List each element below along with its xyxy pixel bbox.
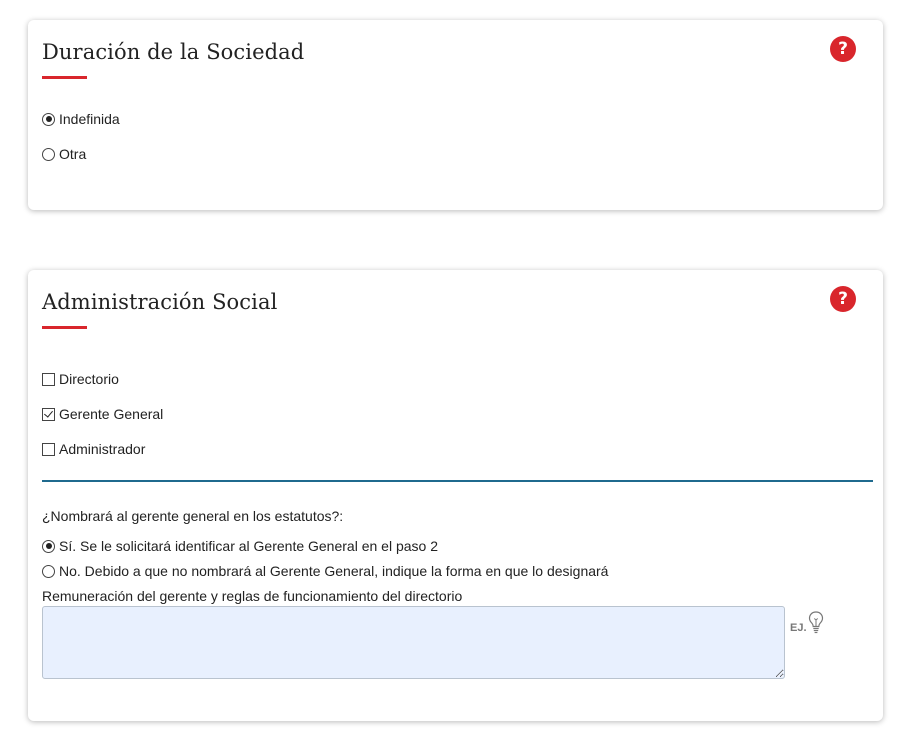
radio-indefinida-input[interactable] xyxy=(42,112,55,126)
checkbox-administrador[interactable]: Administrador xyxy=(42,441,145,457)
administracion-card: Administración Social ? Directorio Geren… xyxy=(28,270,883,721)
help-icon[interactable]: ? xyxy=(830,36,856,62)
example-hint-label: EJ. xyxy=(790,622,807,634)
radio-indefinida[interactable]: Indefinida xyxy=(42,111,120,127)
radio-no[interactable]: No. Debido a que no nombrará al Gerente … xyxy=(42,563,608,579)
lightbulb-icon xyxy=(808,611,823,634)
checkbox-gerente-general[interactable]: Gerente General xyxy=(42,406,163,422)
checkbox-administrador-label: Administrador xyxy=(59,441,146,457)
radio-si-label: Sí. Se le solicitará identificar al Gere… xyxy=(59,538,438,554)
administracion-title: Administración Social xyxy=(42,290,278,314)
example-hint[interactable]: EJ. xyxy=(790,610,824,634)
radio-indefinida-label: Indefinida xyxy=(59,111,120,127)
radio-no-input[interactable] xyxy=(42,564,55,578)
checkbox-directorio-label: Directorio xyxy=(59,371,119,387)
remuneracion-label: Remuneración del gerente y reglas de fun… xyxy=(42,588,463,604)
checkbox-gerente-general-label: Gerente General xyxy=(59,406,164,422)
checkbox-gerente-general-input[interactable] xyxy=(42,407,55,421)
title-underline xyxy=(42,76,87,79)
help-icon[interactable]: ? xyxy=(830,286,856,312)
radio-no-label: No. Debido a que no nombrará al Gerente … xyxy=(59,563,609,579)
checkbox-directorio-input[interactable] xyxy=(42,372,55,386)
title-underline xyxy=(42,326,87,329)
remuneracion-textarea[interactable] xyxy=(42,606,785,679)
nombrar-question: ¿Nombrará al gerente general en los esta… xyxy=(42,508,344,524)
checkbox-administrador-input[interactable] xyxy=(42,442,55,456)
radio-otra-label: Otra xyxy=(59,146,87,162)
radio-otra-input[interactable] xyxy=(42,147,55,161)
duracion-card: Duración de la Sociedad ? Indefinida Otr… xyxy=(28,20,883,210)
radio-si-input[interactable] xyxy=(42,539,55,553)
checkbox-directorio[interactable]: Directorio xyxy=(42,371,119,387)
radio-si[interactable]: Sí. Se le solicitará identificar al Gere… xyxy=(42,538,438,554)
radio-otra[interactable]: Otra xyxy=(42,146,86,162)
duracion-title: Duración de la Sociedad xyxy=(42,40,305,64)
section-divider xyxy=(42,480,873,482)
